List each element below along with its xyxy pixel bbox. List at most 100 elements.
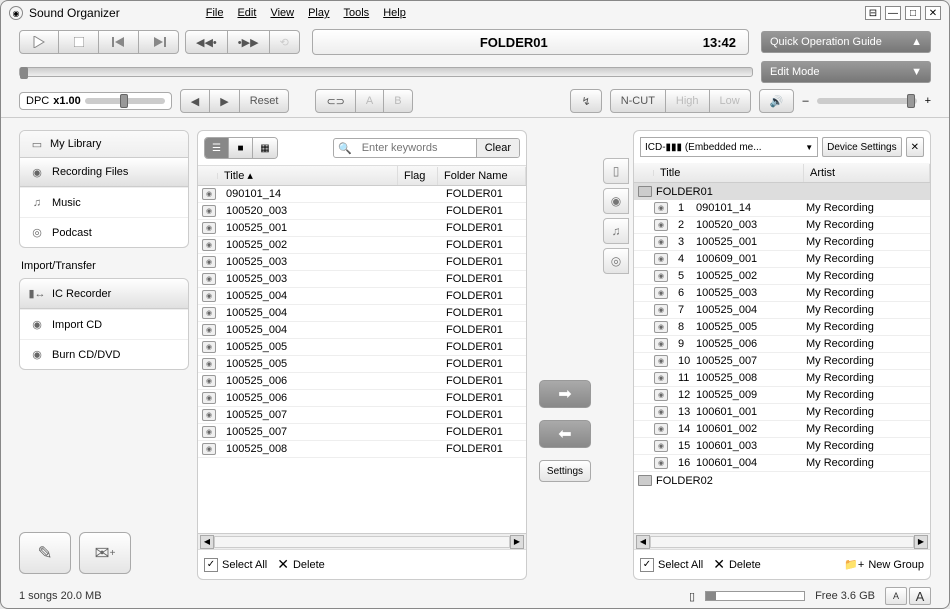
menu-view[interactable]: View [270, 7, 294, 19]
r-select-all-button[interactable]: ✓Select All [640, 558, 703, 572]
transfer-right-button[interactable]: ➡ [539, 380, 591, 408]
table-row[interactable]: ◉6100525_003My Recording [634, 285, 930, 302]
dpc-prev-button[interactable]: ◀ [180, 89, 210, 113]
nav-import-cd[interactable]: ◉Import CD [20, 309, 188, 339]
dpc-reset-button[interactable]: Reset [240, 89, 290, 113]
tab-music-icon[interactable]: ♫ [603, 218, 629, 244]
table-row[interactable]: ◉100525_004FOLDER01 [198, 305, 526, 322]
table-row[interactable]: ◉100525_004FOLDER01 [198, 288, 526, 305]
nav-podcast[interactable]: ◎Podcast [20, 217, 188, 247]
scroll-right-icon[interactable]: ▶ [510, 535, 524, 549]
rewind-button[interactable]: ◀◀• [185, 30, 228, 54]
device-settings-button[interactable]: Device Settings [822, 137, 901, 157]
table-row[interactable]: ◉100525_008FOLDER01 [198, 441, 526, 458]
view-folder-icon[interactable]: ■ [229, 138, 253, 158]
table-row[interactable]: ◉5100525_002My Recording [634, 268, 930, 285]
table-row[interactable]: ◉10100525_007My Recording [634, 353, 930, 370]
window-maximize-icon[interactable]: □ [905, 6, 921, 20]
device-select[interactable]: ICD-▮▮▮ (Embedded me... [640, 137, 818, 157]
folder-row[interactable]: FOLDER02 [634, 472, 930, 489]
menu-play[interactable]: Play [308, 7, 329, 19]
repeat-button[interactable]: ⟲ [270, 30, 300, 54]
table-row[interactable]: ◉7100525_004My Recording [634, 302, 930, 319]
r-scroll-right-icon[interactable]: ▶ [914, 535, 928, 549]
r-delete-button[interactable]: ✕Delete [713, 556, 761, 573]
window-minimize-icon[interactable]: — [885, 6, 901, 20]
table-row[interactable]: ◉100525_006FOLDER01 [198, 373, 526, 390]
volume-icon[interactable]: 🔊 [759, 89, 795, 113]
r-col-title[interactable]: Title [654, 164, 804, 182]
volume-slider[interactable] [817, 98, 917, 104]
new-group-button[interactable]: 📁+New Group [844, 558, 924, 571]
stop-button[interactable] [59, 30, 99, 54]
menu-edit[interactable]: Edit [237, 7, 256, 19]
ncut-low-button[interactable]: Low [710, 89, 751, 113]
dpc-slider[interactable] [85, 98, 165, 104]
delete-button[interactable]: ✕Delete [277, 556, 325, 573]
progress-slider[interactable] [19, 67, 753, 77]
table-row[interactable]: ◉100525_007FOLDER01 [198, 424, 526, 441]
col-title[interactable]: Title ▴ [218, 166, 398, 185]
table-row[interactable]: ◉100525_003FOLDER01 [198, 271, 526, 288]
scroll-left-icon[interactable]: ◀ [200, 535, 214, 549]
table-row[interactable]: ◉16100601_004My Recording [634, 455, 930, 472]
quick-guide-button[interactable]: Quick Operation Guide▲ [761, 31, 931, 53]
table-row[interactable]: ◉3100525_001My Recording [634, 234, 930, 251]
transfer-left-button[interactable]: ⬅ [539, 420, 591, 448]
col-icon[interactable] [198, 173, 218, 179]
easy-search-button[interactable]: ↯ [570, 89, 601, 113]
search-input[interactable] [356, 140, 476, 156]
play-button[interactable] [19, 30, 59, 54]
edit-note-button[interactable]: ✎ [19, 532, 71, 574]
file-list[interactable]: ◉090101_14FOLDER01◉100520_003FOLDER01◉10… [198, 186, 526, 533]
dpc-next-button[interactable]: ▶ [210, 89, 239, 113]
table-row[interactable]: ◉8100525_005My Recording [634, 319, 930, 336]
tab-speech-icon[interactable]: ◉ [603, 188, 629, 214]
transfer-settings-button[interactable]: Settings [539, 460, 591, 482]
menu-help[interactable]: Help [383, 7, 406, 19]
table-row[interactable]: ◉1090101_14My Recording [634, 200, 930, 217]
r-col-artist[interactable]: Artist [804, 164, 930, 182]
table-row[interactable]: ◉2100520_003My Recording [634, 217, 930, 234]
tab-podcast-icon[interactable]: ◎ [603, 248, 629, 274]
select-all-button[interactable]: ✓Select All [204, 558, 267, 572]
table-row[interactable]: ◉14100601_002My Recording [634, 421, 930, 438]
ab-b-button[interactable]: B [384, 89, 412, 113]
forward-button[interactable]: •▶▶ [228, 30, 270, 54]
window-close-icon[interactable]: ✕ [925, 6, 941, 20]
table-row[interactable]: ◉100520_003FOLDER01 [198, 203, 526, 220]
device-file-list[interactable]: FOLDER01◉1090101_14My Recording◉2100520_… [634, 183, 930, 533]
search-clear-button[interactable]: Clear [476, 139, 519, 157]
nav-burn-cd[interactable]: ◉Burn CD/DVD [20, 339, 188, 369]
table-row[interactable]: ◉100525_005FOLDER01 [198, 339, 526, 356]
r-scroll-left-icon[interactable]: ◀ [636, 535, 650, 549]
ab-a-button[interactable]: A [356, 89, 384, 113]
table-row[interactable]: ◉11100525_008My Recording [634, 370, 930, 387]
view-list-icon[interactable]: ☰ [205, 138, 229, 158]
ncut-high-button[interactable]: High [666, 89, 710, 113]
mail-button[interactable]: ✉+ [79, 532, 131, 574]
table-row[interactable]: ◉100525_001FOLDER01 [198, 220, 526, 237]
ncut-button[interactable]: N-CUT [610, 89, 666, 113]
col-folder[interactable]: Folder Name [438, 167, 526, 185]
table-row[interactable]: ◉090101_14FOLDER01 [198, 186, 526, 203]
r-col-icon[interactable] [634, 170, 654, 176]
table-row[interactable]: ◉100525_002FOLDER01 [198, 237, 526, 254]
table-row[interactable]: ◉4100609_001My Recording [634, 251, 930, 268]
view-calendar-icon[interactable]: ▦ [253, 138, 277, 158]
table-row[interactable]: ◉13100601_001My Recording [634, 404, 930, 421]
nav-music[interactable]: ♫Music [20, 187, 188, 217]
col-flag[interactable]: Flag [398, 167, 438, 185]
table-row[interactable]: ◉100525_005FOLDER01 [198, 356, 526, 373]
table-row[interactable]: ◉12100525_009My Recording [634, 387, 930, 404]
loop-button[interactable]: ⊂⊃ [315, 89, 355, 113]
hscrollbar[interactable]: ◀ ▶ [198, 533, 526, 549]
r-hscrollbar[interactable]: ◀ ▶ [634, 533, 930, 549]
prev-button[interactable] [99, 30, 139, 54]
table-row[interactable]: ◉100525_004FOLDER01 [198, 322, 526, 339]
nav-ic-recorder[interactable]: ▮↔IC Recorder [20, 279, 188, 309]
tab-device-icon[interactable]: ▯ [603, 158, 629, 184]
table-row[interactable]: ◉100525_003FOLDER01 [198, 254, 526, 271]
menu-file[interactable]: File [206, 7, 224, 19]
folder-row[interactable]: FOLDER01 [634, 183, 930, 200]
